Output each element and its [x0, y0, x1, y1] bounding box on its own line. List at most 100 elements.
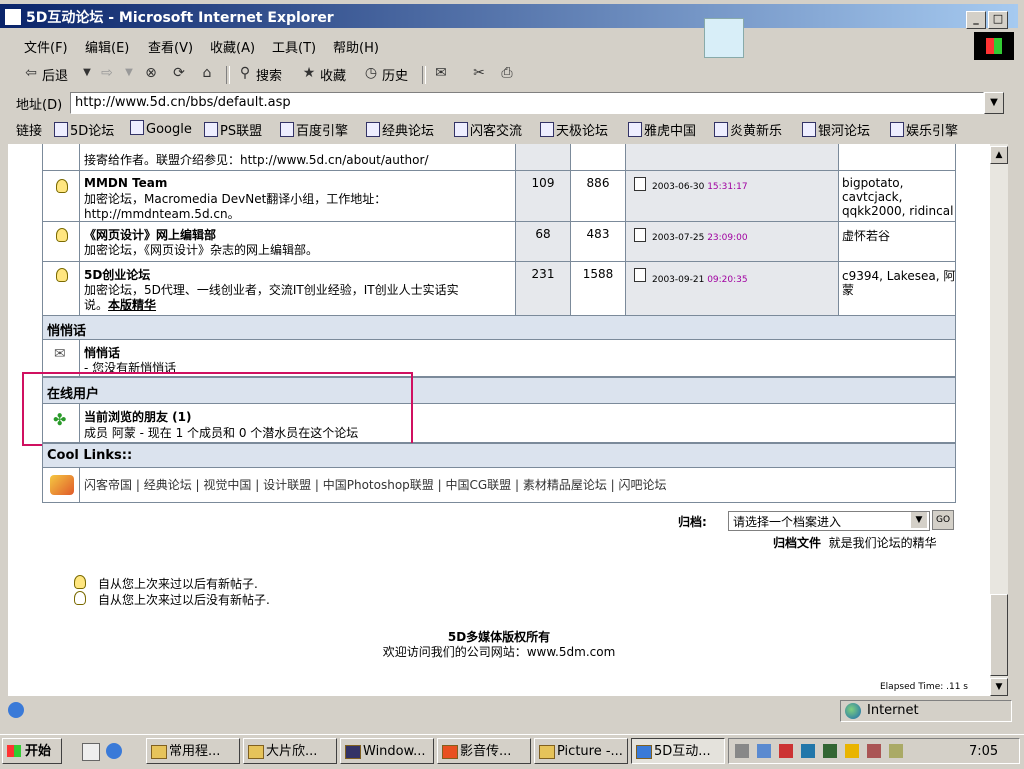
cool-link[interactable]: 中国Photoshop联盟: [323, 478, 434, 492]
home-icon[interactable]: ⌂: [198, 64, 216, 82]
cool-link[interactable]: 闪吧论坛: [619, 478, 667, 492]
cool-link[interactable]: 设计联盟: [263, 478, 311, 492]
highlight-box: [22, 372, 413, 446]
task-picture[interactable]: Picture -...: [534, 738, 628, 764]
menu-bar: 文件(F) 编辑(E) 查看(V) 收藏(A) 工具(T) 帮助(H): [0, 32, 1018, 58]
forum-desc: 说。: [84, 298, 109, 312]
network-icon[interactable]: [757, 744, 771, 758]
cool-link[interactable]: 中国CG联盟: [445, 478, 511, 492]
show-desktop-icon[interactable]: [82, 743, 100, 761]
no-new-posts-bulb-icon: [74, 591, 86, 605]
link-ps-union[interactable]: PS联盟: [204, 120, 262, 139]
scroll-up-icon[interactable]: ▲: [990, 146, 1008, 164]
ime-icon[interactable]: [801, 744, 815, 758]
forward-dropdown-icon[interactable]: ▼: [120, 64, 138, 82]
bulb-icon: [56, 228, 68, 242]
back-dropdown-icon[interactable]: ▼: [78, 64, 96, 82]
menu-favorites[interactable]: 收藏(A): [210, 37, 255, 56]
menu-edit[interactable]: 编辑(E): [85, 37, 129, 56]
maximize-button[interactable]: □: [988, 11, 1008, 29]
link-classic-forum[interactable]: 经典论坛: [366, 120, 434, 139]
topics-count: 231: [515, 261, 571, 316]
document-icon[interactable]: [634, 268, 646, 282]
favorites-icon[interactable]: ★: [300, 64, 318, 82]
task-movies[interactable]: 大片欣...: [243, 738, 337, 764]
task-media[interactable]: 影音传...: [437, 738, 531, 764]
chevron-down-icon[interactable]: ▼: [911, 512, 927, 528]
archive-note: 就是我们论坛的精华: [828, 536, 937, 550]
tool-icon[interactable]: [867, 744, 881, 758]
ie-status-icon: [8, 702, 24, 718]
link-baidu[interactable]: 百度引擎: [280, 120, 348, 139]
task-common-programs[interactable]: 常用程...: [146, 738, 240, 764]
link-flash-exchange[interactable]: 闪客交流: [454, 120, 522, 139]
task-5d-forum[interactable]: 5D互动...: [631, 738, 725, 764]
history-icon[interactable]: ◷: [362, 64, 380, 82]
document-icon[interactable]: [634, 228, 646, 242]
moderator[interactable]: qqkk2000, ridincal: [842, 204, 953, 218]
moderator[interactable]: 虚怀若谷: [842, 227, 890, 244]
cool-link[interactable]: 素材精品屋论坛: [523, 478, 607, 492]
window-icon: [345, 745, 361, 759]
search-icon[interactable]: ⚲: [236, 64, 254, 82]
link-google[interactable]: Google: [130, 120, 192, 137]
media-icon: [442, 745, 458, 759]
address-url[interactable]: http://www.5d.cn/bbs/default.asp: [75, 95, 291, 110]
link-yahoo-china[interactable]: 雅虎中国: [628, 120, 696, 139]
history-button[interactable]: 历史: [382, 65, 408, 84]
mail-icon[interactable]: ✉: [432, 64, 450, 82]
task-windows[interactable]: Window...: [340, 738, 434, 764]
forum-title[interactable]: MMDN Team: [84, 176, 167, 190]
print-icon[interactable]: ⎙: [498, 64, 516, 82]
page-icon: [204, 122, 218, 137]
link-tianji[interactable]: 天极论坛: [540, 120, 608, 139]
vertical-scrollbar[interactable]: ▲ ▼: [990, 144, 1008, 696]
volume-icon[interactable]: [735, 744, 749, 758]
globe-icon: [845, 703, 861, 719]
tools-icon[interactable]: ✂: [470, 64, 488, 82]
link-yanhuang[interactable]: 炎黄新乐: [714, 120, 782, 139]
menu-view[interactable]: 查看(V): [148, 37, 193, 56]
back-arrow-icon[interactable]: ⇦: [22, 64, 40, 82]
cool-link[interactable]: 经典论坛: [144, 478, 192, 492]
antivirus-icon[interactable]: [779, 744, 793, 758]
address-dropdown-icon[interactable]: ▼: [984, 92, 1004, 114]
document-icon[interactable]: [634, 177, 646, 191]
menu-tools[interactable]: 工具(T): [272, 37, 316, 56]
forum-row-partial: 接寄给作者。联盟介绍参见：http://www.5d.cn/about/auth…: [79, 144, 516, 171]
menu-file[interactable]: 文件(F): [24, 37, 68, 56]
moderator[interactable]: c9394, Lakesea, 阿: [842, 267, 955, 284]
cool-link[interactable]: 闪客帝国: [84, 478, 132, 492]
cool-links-row: 闪客帝国 | 经典论坛 | 视觉中国 | 设计联盟 | 中国Photoshop联…: [79, 467, 956, 503]
favorites-button[interactable]: 收藏: [320, 65, 346, 84]
ie-quicklaunch-icon[interactable]: [106, 743, 122, 759]
address-input[interactable]: http://www.5d.cn/bbs/default.asp: [70, 92, 984, 114]
scroll-thumb[interactable]: [990, 594, 1008, 676]
archive-go-button[interactable]: GO: [932, 510, 954, 530]
folder-icon: [151, 745, 167, 759]
back-button[interactable]: 后退: [42, 65, 68, 84]
app-tray-icon[interactable]: [889, 744, 903, 758]
meter-icon[interactable]: [823, 744, 837, 758]
cool-link[interactable]: 视觉中国: [203, 478, 251, 492]
stop-icon[interactable]: ⊗: [142, 64, 160, 82]
search-button[interactable]: 搜索: [256, 65, 282, 84]
start-button[interactable]: 开始: [2, 738, 62, 764]
link-galaxy[interactable]: 银河论坛: [802, 120, 870, 139]
player-icon[interactable]: [845, 744, 859, 758]
forum-essence-link[interactable]: 本版精华: [108, 298, 156, 312]
scroll-down-icon[interactable]: ▼: [990, 678, 1008, 696]
link-5d-forum[interactable]: 5D论坛: [54, 120, 114, 139]
link-entertainment[interactable]: 娱乐引擎: [890, 120, 958, 139]
menu-help[interactable]: 帮助(H): [333, 37, 379, 56]
archive-select[interactable]: 请选择一个档案进入 ▼: [728, 511, 930, 531]
forward-arrow-icon[interactable]: ⇨: [98, 64, 116, 82]
forum-icon-cell: [42, 170, 80, 222]
moderator[interactable]: 蒙: [842, 281, 854, 298]
refresh-icon[interactable]: ⟳: [170, 64, 188, 82]
moderator[interactable]: cavtcjack,: [842, 190, 902, 204]
moderator[interactable]: bigpotato,: [842, 176, 903, 190]
mods-cell: [838, 144, 956, 171]
page-icon: [54, 122, 68, 137]
minimize-button[interactable]: _: [966, 11, 986, 29]
